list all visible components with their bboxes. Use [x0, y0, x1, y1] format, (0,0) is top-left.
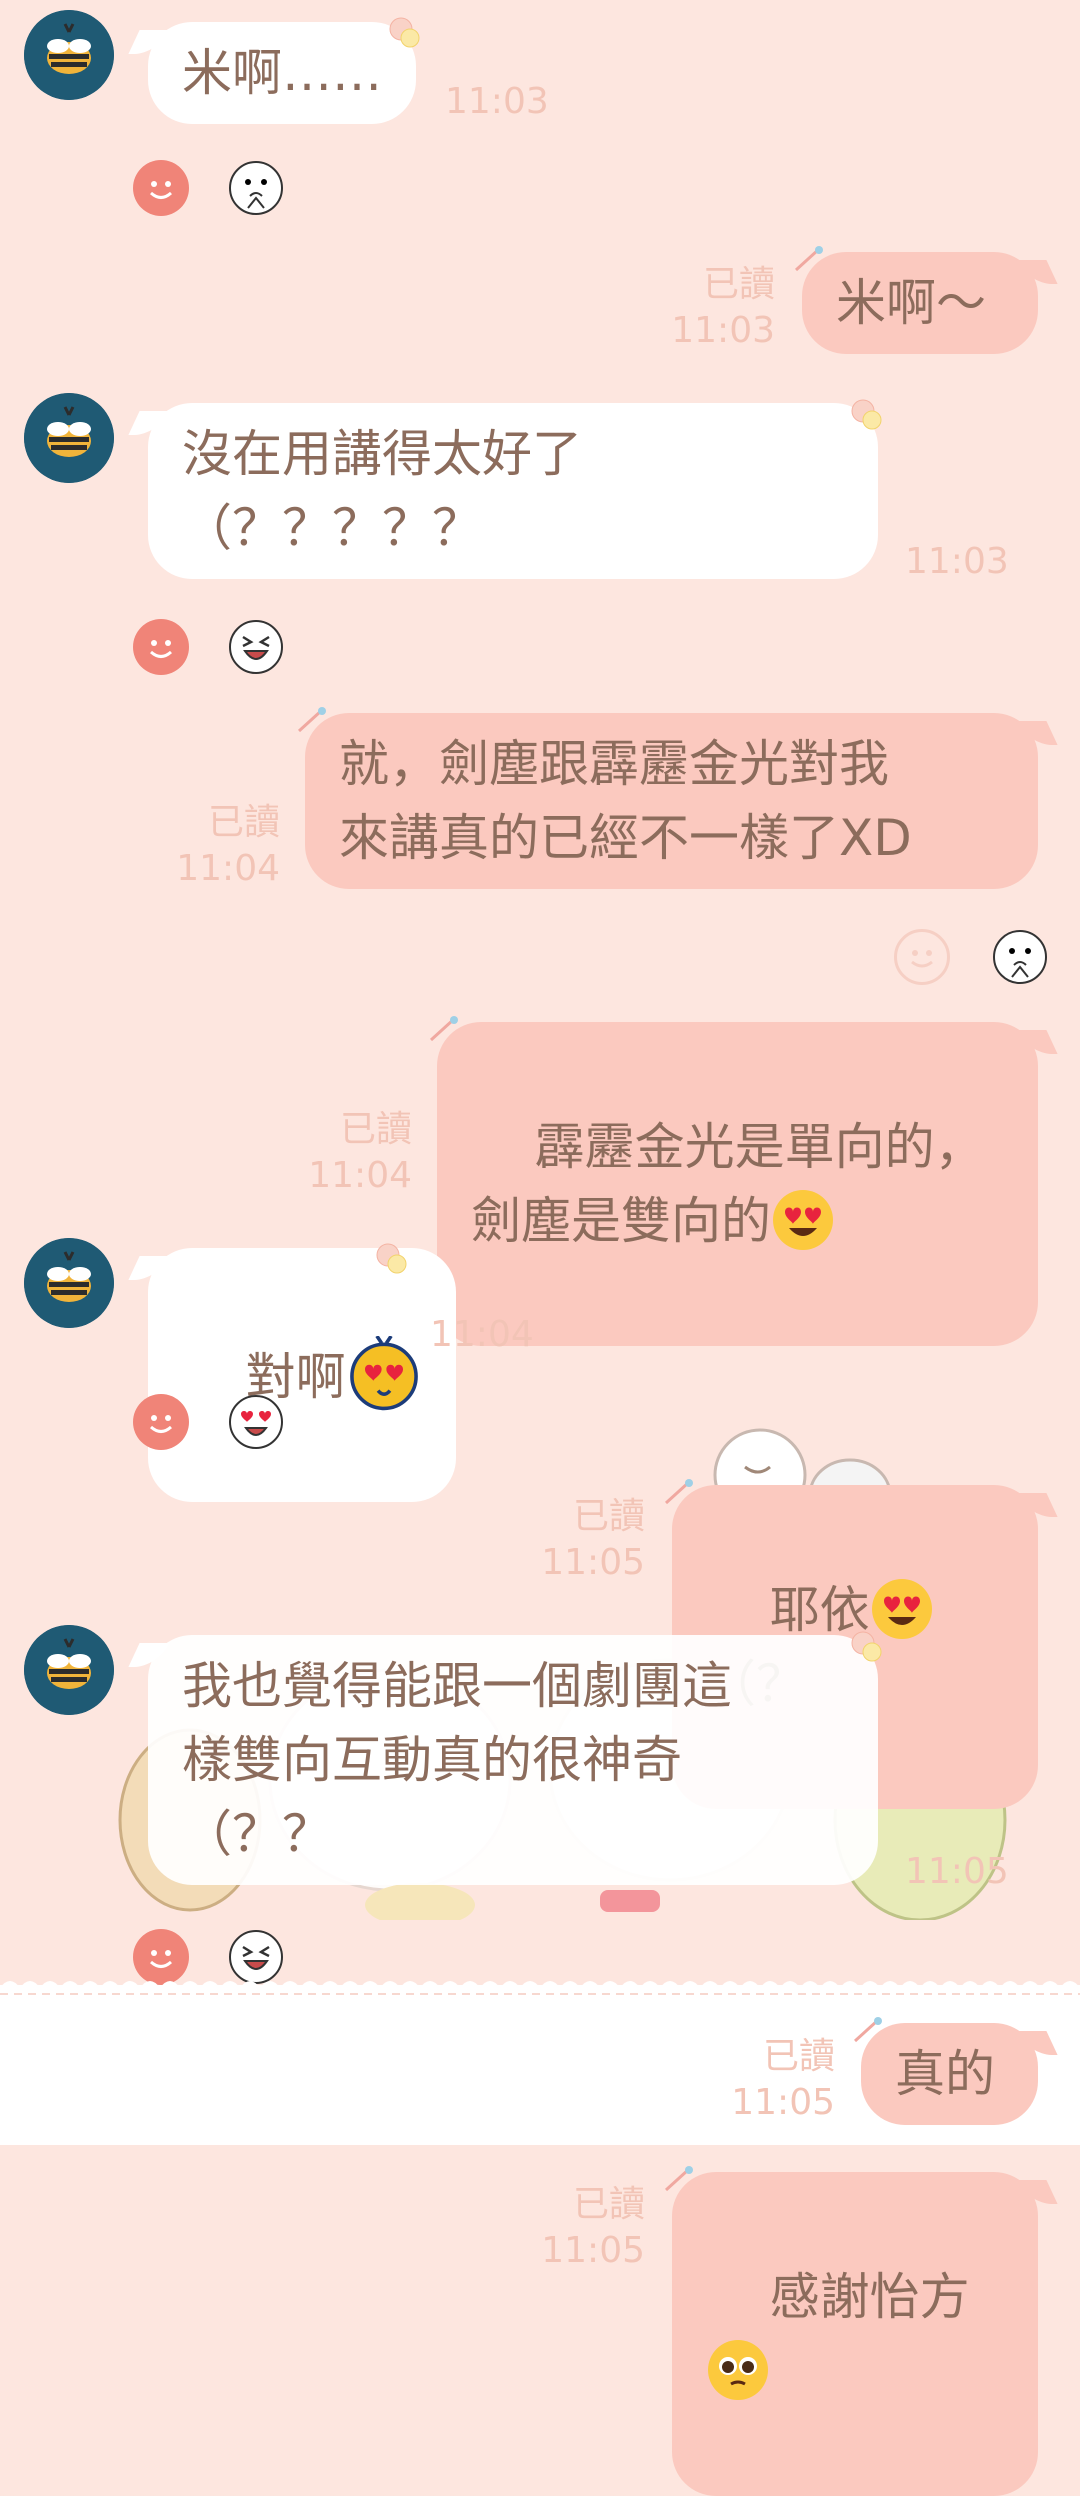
flower-sticker-icon — [851, 399, 882, 430]
message-text: 感謝怡方 — [769, 2268, 970, 2326]
message-bubble-incoming[interactable]: 我也覺得能跟一個劇團這 樣雙向互動真的很神奇 （？？ — [148, 1635, 878, 1885]
message-read-meta: 已讀 11:03 — [671, 262, 775, 354]
pin-sticker-icon — [794, 246, 823, 272]
message-time: 11:04 — [176, 848, 280, 889]
read-receipt: 已讀 — [339, 1109, 412, 1150]
message-read-meta: 已讀 11:05 — [541, 1494, 645, 1586]
smile-icon — [911, 950, 933, 968]
flower-sticker-icon — [851, 1631, 882, 1662]
laughing-face-icon[interactable] — [228, 619, 284, 675]
flower-sticker-icon — [376, 1243, 407, 1274]
message-read-meta: 已讀 11:04 — [308, 1107, 412, 1199]
contact-avatar[interactable] — [24, 10, 114, 100]
message-bubble-outgoing[interactable]: 真的 — [861, 2023, 1038, 2125]
message-bubble-incoming[interactable]: 米啊…… — [148, 22, 416, 124]
read-receipt: 已讀 — [207, 802, 280, 843]
message-bubble-incoming[interactable]: 對啊 — [148, 1248, 456, 1502]
smile-icon — [149, 181, 173, 199]
message-bubble-outgoing[interactable]: 感謝怡方 — [672, 2172, 1038, 2496]
message-time: 11:04 — [308, 1155, 412, 1196]
contact-avatar[interactable] — [24, 1238, 114, 1328]
smile-icon — [149, 640, 173, 658]
reaction-button[interactable] — [133, 1394, 189, 1450]
message-time: 11:05 — [541, 1542, 645, 1583]
message-text: 霹靂金光是單向的， 劍塵是雙向的 — [471, 1118, 985, 1250]
message-time: 11:03 — [671, 310, 775, 351]
scalloped-divider — [0, 1981, 1080, 1998]
message-time: 11:05 — [905, 1851, 1009, 1892]
message-bubble-outgoing[interactable]: 米啊～ — [802, 252, 1038, 354]
message-read-meta: 已讀 11:04 — [176, 800, 280, 892]
pin-sticker-icon — [429, 1016, 458, 1042]
heart-eyes-sticker-icon — [349, 1336, 418, 1411]
smile-icon — [149, 1415, 173, 1433]
contact-avatar[interactable] — [24, 393, 114, 483]
message-time: 11:05 — [731, 2082, 835, 2123]
message-time: 11:04 — [430, 1314, 534, 1355]
pin-sticker-icon — [853, 2017, 882, 2043]
heart-eyes-emoji-icon — [773, 1190, 833, 1250]
flower-sticker-icon — [389, 17, 420, 48]
pin-sticker-icon — [297, 707, 326, 733]
message-bubble-outgoing[interactable]: 就，劍塵跟霹靂金光對我 來講真的已經不一樣了XD — [305, 713, 1038, 889]
message-time: 11:05 — [541, 2230, 645, 2271]
contact-avatar[interactable] — [24, 1625, 114, 1715]
read-receipt: 已讀 — [702, 264, 775, 305]
praying-face-icon[interactable] — [992, 929, 1048, 985]
reaction-button[interactable] — [894, 929, 950, 985]
message-bubble-incoming[interactable]: 沒在用講得太好了 （？？？？？ — [148, 403, 878, 579]
pin-sticker-icon — [664, 2166, 693, 2192]
message-read-meta: 已讀 11:05 — [731, 2034, 835, 2126]
read-receipt: 已讀 — [762, 2036, 835, 2077]
chat-history[interactable]: 米啊…… 11:03 已讀 11:03 米啊～ 沒在用講得太好了 （？？？？？ … — [0, 0, 1080, 2496]
pleading-face-emoji-icon — [708, 2340, 768, 2400]
read-receipt: 已讀 — [572, 1496, 645, 1537]
reaction-button[interactable] — [133, 160, 189, 216]
reaction-button[interactable] — [133, 619, 189, 675]
heart-eyes-face-icon[interactable] — [228, 1394, 284, 1450]
praying-face-icon[interactable] — [228, 160, 284, 216]
message-bubble-outgoing[interactable]: 霹靂金光是單向的， 劍塵是雙向的 — [437, 1022, 1038, 1346]
message-time: 11:03 — [445, 81, 549, 122]
message-read-meta: 已讀 11:05 — [541, 2182, 645, 2274]
pin-sticker-icon — [664, 1479, 693, 1505]
message-time: 11:03 — [905, 541, 1009, 582]
read-receipt: 已讀 — [572, 2184, 645, 2225]
